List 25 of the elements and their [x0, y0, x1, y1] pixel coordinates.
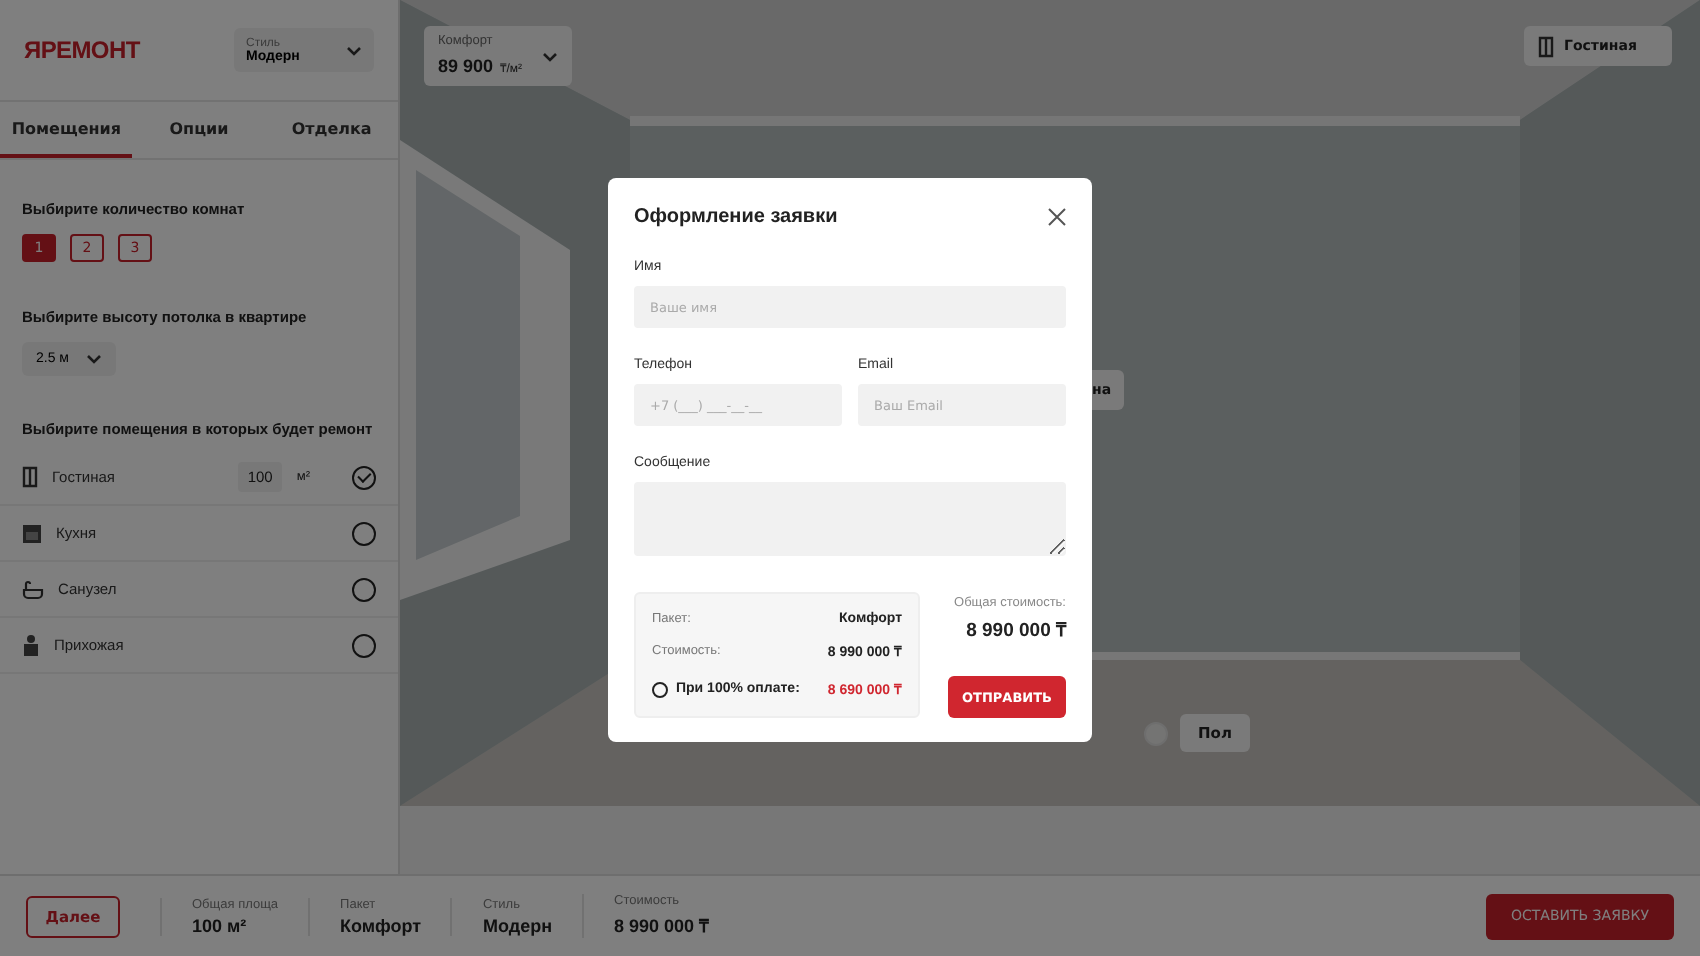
radio-button[interactable]	[652, 681, 668, 697]
tab[interactable]: Помещения	[0, 102, 133, 158]
logo: ЯРЕМОНТ	[24, 36, 140, 64]
stat-value: Модерн	[482, 915, 553, 935]
chevron-down-icon	[346, 45, 362, 55]
tab[interactable]: Отделка	[265, 102, 398, 158]
total-price: 8 990 000 ₸	[966, 618, 1066, 642]
tab[interactable]: Опции	[132, 102, 266, 158]
stat-value: 8 990 000 ₸	[614, 914, 710, 938]
room-checkbox[interactable]	[352, 577, 376, 601]
room-checkbox[interactable]	[352, 633, 376, 657]
chevron-down-icon	[542, 51, 559, 61]
modal-title: Оформление заявки	[634, 205, 838, 227]
message-field[interactable]	[634, 482, 1066, 556]
chevron-down-icon	[85, 354, 101, 364]
close-icon[interactable]	[1048, 207, 1066, 225]
person-icon	[22, 634, 40, 656]
door-icon	[1538, 35, 1554, 57]
room-checkbox[interactable]	[352, 465, 376, 489]
stove-icon	[22, 523, 42, 543]
stat-value: Комфорт	[340, 915, 421, 935]
bathtub-icon	[22, 579, 44, 599]
room-checkbox[interactable]	[352, 521, 376, 545]
stat-value: 100 м²	[192, 915, 249, 935]
door-icon	[22, 466, 38, 488]
